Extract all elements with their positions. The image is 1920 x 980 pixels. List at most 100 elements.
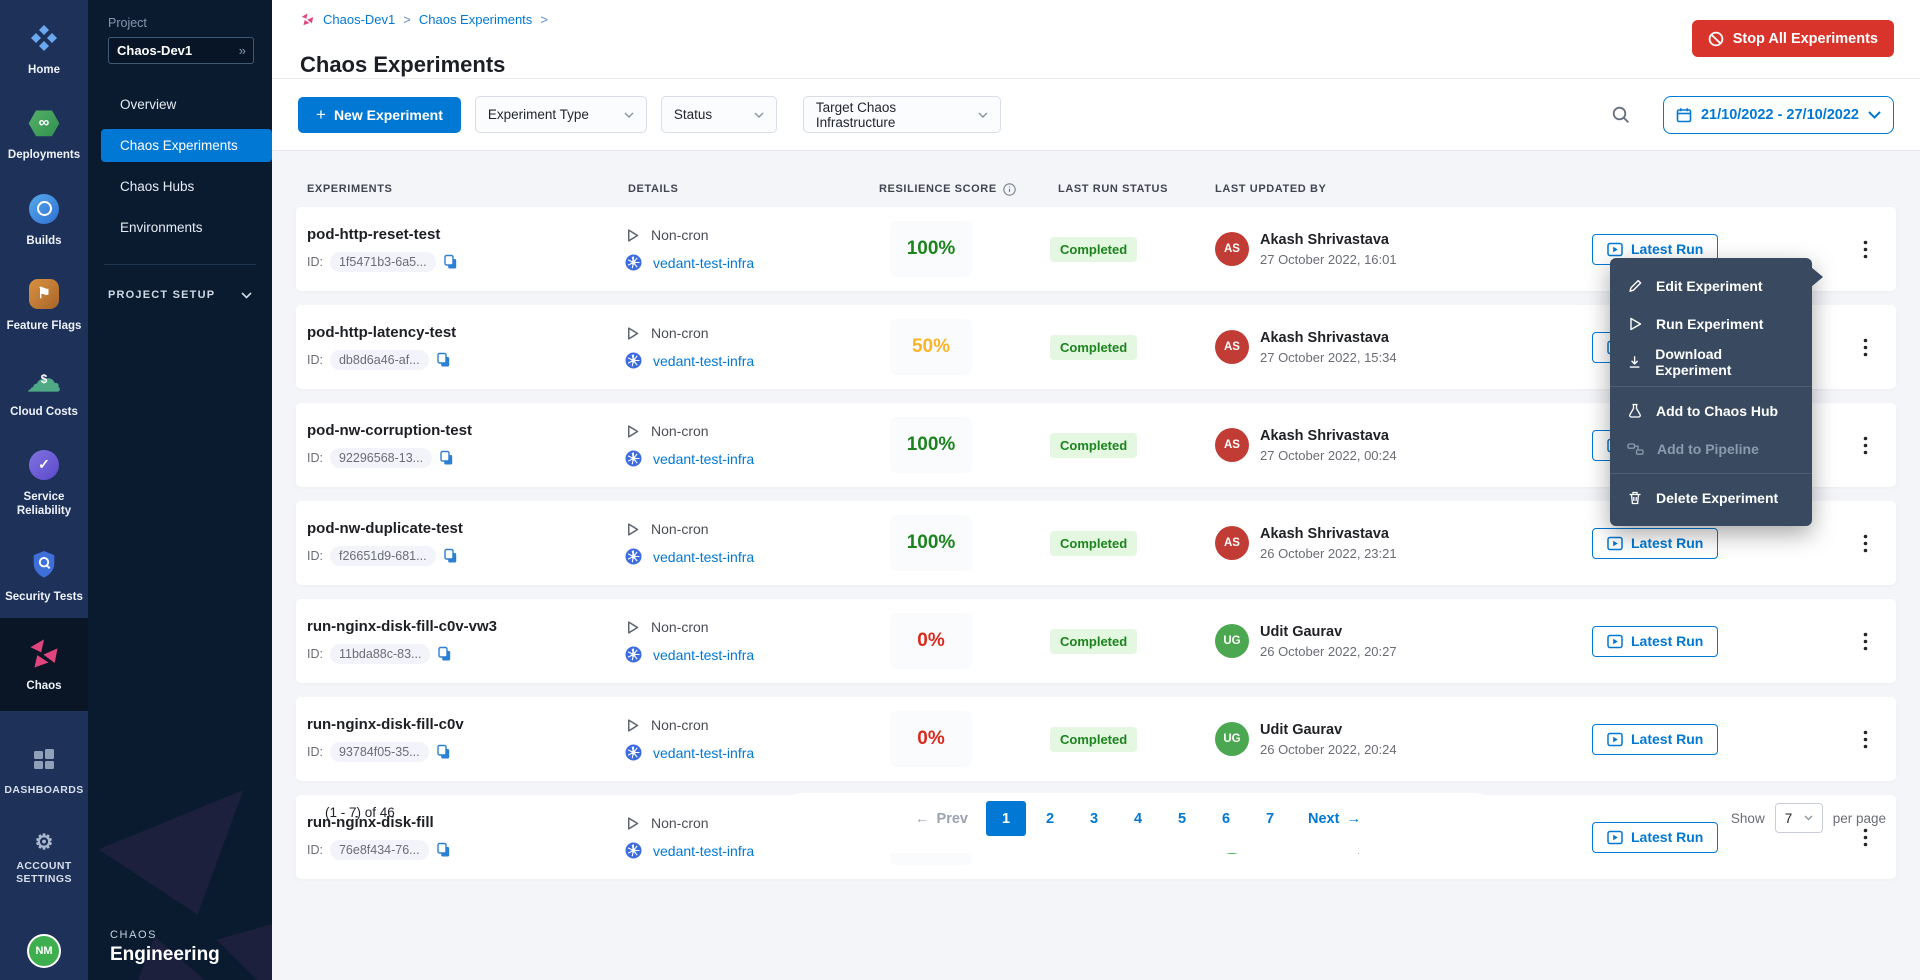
experiment-type-filter[interactable]: Experiment Type xyxy=(475,96,647,133)
experiment-name[interactable]: run-nginx-disk-fill-c0v xyxy=(307,716,607,733)
breadcrumb-page[interactable]: Chaos Experiments xyxy=(419,12,532,27)
page-button-5[interactable]: 5 xyxy=(1162,801,1202,836)
menu-divider xyxy=(1610,386,1812,387)
infrastructure-link[interactable]: vedant-test-infra xyxy=(653,451,754,467)
page-button-1[interactable]: 1 xyxy=(986,801,1026,836)
infrastructure-link[interactable]: vedant-test-infra xyxy=(653,353,754,369)
info-icon[interactable] xyxy=(1003,183,1016,196)
breadcrumb-separator: > xyxy=(540,12,548,27)
infrastructure-link[interactable]: vedant-test-infra xyxy=(653,647,754,663)
row-menu-kebab-icon[interactable] xyxy=(1859,432,1872,459)
sidebar-item-security-tests[interactable]: Security Tests xyxy=(0,533,88,618)
status-badge: Completed xyxy=(1050,727,1137,752)
page-button-7[interactable]: 7 xyxy=(1250,801,1290,836)
pagination-summary: (1 - 7) of 46 xyxy=(325,805,395,820)
breadcrumb-project[interactable]: Chaos-Dev1 xyxy=(323,12,395,27)
panel-divider xyxy=(104,264,256,265)
nav-item-chaos-experiments[interactable]: Chaos Experiments xyxy=(101,129,272,162)
infrastructure-link[interactable]: vedant-test-infra xyxy=(653,255,754,271)
sidebar-item-cloud-costs[interactable]: ☁$ Cloud Costs xyxy=(0,348,88,433)
menu-item-add-to-chaos-hub[interactable]: Add to Chaos Hub xyxy=(1610,392,1812,430)
new-experiment-button[interactable]: + New Experiment xyxy=(298,97,461,133)
copy-icon[interactable] xyxy=(443,254,458,270)
id-label: ID: xyxy=(307,255,323,269)
user-name: Akash Shrivastava xyxy=(1260,330,1397,346)
sidebar-item-dashboards[interactable]: DASHBOARDS xyxy=(0,727,88,811)
menu-item-delete-experiment[interactable]: Delete Experiment xyxy=(1610,479,1812,517)
experiment-name[interactable]: pod-nw-corruption-test xyxy=(307,422,607,439)
project-name-input[interactable] xyxy=(109,43,229,58)
row-menu-kebab-icon[interactable] xyxy=(1859,628,1872,655)
experiment-name[interactable]: run-nginx-disk-fill-c0v-vw3 xyxy=(307,618,607,635)
kubernetes-icon xyxy=(625,254,642,271)
schedule-type: Non-cron xyxy=(651,619,709,635)
project-setup-toggle[interactable]: PROJECT SETUP xyxy=(108,289,252,301)
nav-item-environments[interactable]: Environments xyxy=(88,211,272,244)
sidebar-item-builds[interactable]: Builds xyxy=(0,177,88,262)
updated-timestamp: 27 October 2022, 16:01 xyxy=(1260,252,1397,267)
status-badge: Completed xyxy=(1050,237,1137,262)
user-avatar[interactable]: NM xyxy=(27,934,61,968)
arrow-right-icon: → xyxy=(1346,811,1361,827)
sidebar-item-label: DASHBOARDS xyxy=(4,784,83,797)
experiment-name[interactable]: pod-nw-duplicate-test xyxy=(307,520,607,537)
sidebar-item-home[interactable]: Home xyxy=(0,6,88,91)
latest-run-button[interactable]: Latest Run xyxy=(1592,724,1718,755)
builds-icon xyxy=(26,191,62,227)
next-page-button[interactable]: Next → xyxy=(1294,801,1375,836)
schedule-type: Non-cron xyxy=(651,521,709,537)
sidebar-item-deployments[interactable]: ∞ Deployments xyxy=(0,91,88,176)
experiment-name[interactable]: pod-http-reset-test xyxy=(307,226,607,243)
sidebar-item-service-reliability[interactable]: ✓ Service Reliability xyxy=(0,433,88,533)
stop-all-experiments-button[interactable]: Stop All Experiments xyxy=(1692,20,1894,57)
copy-icon[interactable] xyxy=(443,548,458,564)
target-infrastructure-filter[interactable]: Target Chaos Infrastructure xyxy=(803,96,1001,133)
menu-item-add-to-pipeline[interactable]: Add to Pipeline xyxy=(1610,430,1812,468)
row-menu-kebab-icon[interactable] xyxy=(1859,726,1872,753)
copy-icon[interactable] xyxy=(436,744,451,760)
id-label: ID: xyxy=(307,745,323,759)
copy-icon[interactable] xyxy=(439,450,454,466)
row-menu-kebab-icon[interactable] xyxy=(1859,334,1872,361)
collapse-panel-icon[interactable]: » xyxy=(239,43,246,58)
prev-page-button[interactable]: ← Prev xyxy=(901,801,982,836)
chevron-down-icon xyxy=(978,112,988,118)
page-button-3[interactable]: 3 xyxy=(1074,801,1114,836)
play-icon xyxy=(625,326,640,341)
arrow-left-icon: ← xyxy=(915,811,930,827)
experiment-name[interactable]: pod-http-latency-test xyxy=(307,324,607,341)
menu-item-edit-experiment[interactable]: Edit Experiment xyxy=(1610,267,1812,305)
row-menu-kebab-icon[interactable] xyxy=(1859,530,1872,557)
cloud-costs-icon: ☁$ xyxy=(26,362,62,398)
infrastructure-link[interactable]: vedant-test-infra xyxy=(653,549,754,565)
nav-item-chaos-hubs[interactable]: Chaos Hubs xyxy=(88,170,272,203)
copy-icon[interactable] xyxy=(436,352,451,368)
sidebar-item-account-settings[interactable]: ⚙ ACCOUNT SETTINGS xyxy=(0,818,88,900)
sidebar-item-chaos[interactable]: Chaos xyxy=(0,618,88,711)
page-button-4[interactable]: 4 xyxy=(1118,801,1158,836)
sidebar-item-feature-flags[interactable]: ⚑ Feature Flags xyxy=(0,262,88,347)
play-icon xyxy=(625,718,640,733)
page-button-2[interactable]: 2 xyxy=(1030,801,1070,836)
run-report-icon xyxy=(1607,536,1623,551)
column-last-run-status: LAST RUN STATUS xyxy=(1027,183,1192,195)
nav-item-overview[interactable]: Overview xyxy=(88,88,272,121)
infrastructure-link[interactable]: vedant-test-infra xyxy=(653,745,754,761)
date-range-picker[interactable]: 21/10/2022 - 27/10/2022 xyxy=(1663,96,1894,134)
column-experiments: EXPERIMENTS xyxy=(307,183,607,195)
page-button-6[interactable]: 6 xyxy=(1206,801,1246,836)
copy-icon[interactable] xyxy=(437,646,452,662)
project-selector[interactable]: » xyxy=(108,37,254,64)
status-filter[interactable]: Status xyxy=(661,96,777,133)
avatar: AS xyxy=(1215,526,1249,560)
latest-run-button[interactable]: Latest Run xyxy=(1592,626,1718,657)
breadcrumb: Chaos-Dev1 > Chaos Experiments > xyxy=(300,12,548,27)
latest-run-button[interactable]: Latest Run xyxy=(1592,528,1718,559)
page-size-select[interactable]: 7 xyxy=(1775,803,1823,833)
menu-item-download-experiment[interactable]: Download Experiment xyxy=(1610,343,1812,381)
row-menu-kebab-icon[interactable] xyxy=(1859,236,1872,263)
play-icon xyxy=(625,522,640,537)
resilience-score: 100% xyxy=(890,515,972,571)
search-button[interactable] xyxy=(1607,101,1635,129)
menu-item-run-experiment[interactable]: Run Experiment xyxy=(1610,305,1812,343)
